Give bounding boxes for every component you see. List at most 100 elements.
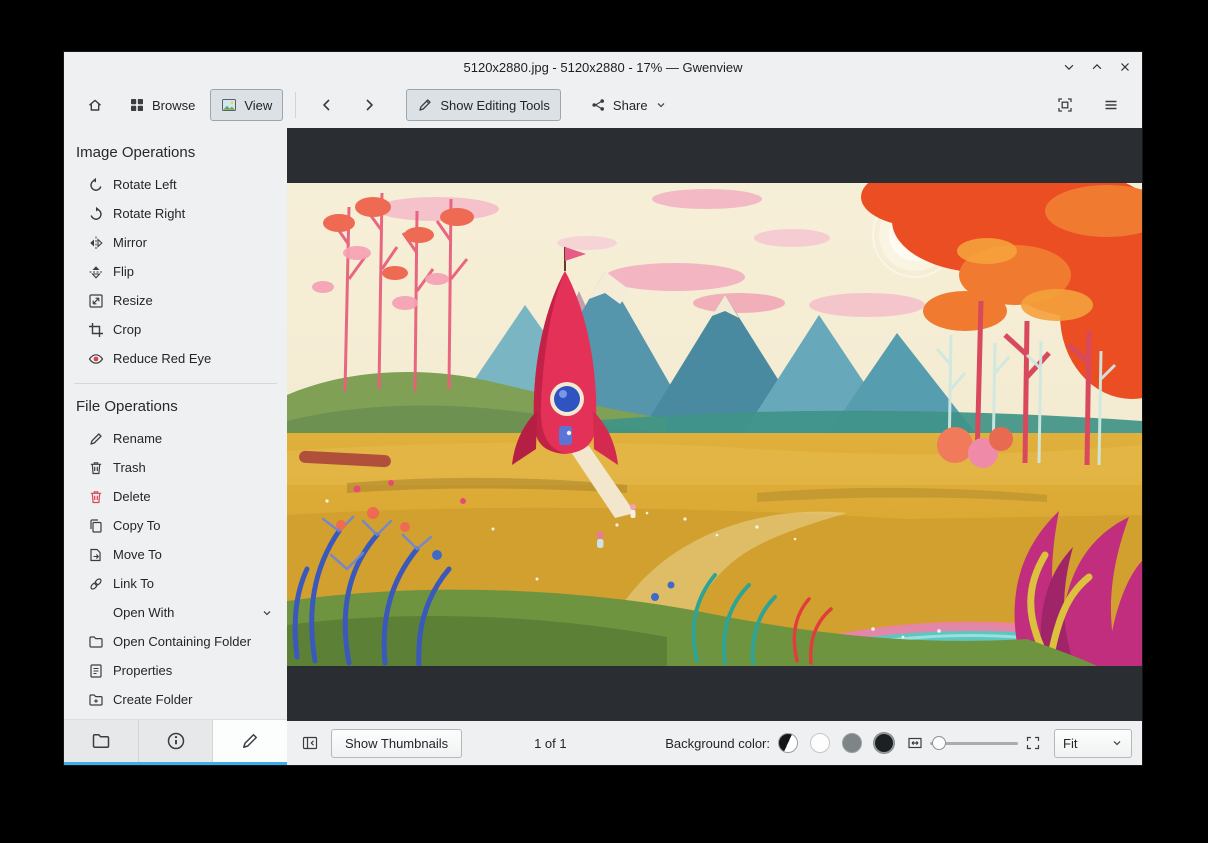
chevron-down-icon	[263, 610, 271, 615]
image-canvas[interactable]	[287, 183, 1142, 666]
show-thumbnails-button[interactable]: Show Thumbnails	[331, 728, 463, 758]
desktop-background: 5120x2880.jpg - 5120x2880 - 17% — Gwenvi…	[0, 0, 1208, 843]
image-viewport[interactable]	[287, 128, 1142, 721]
window-title: 5120x2880.jpg - 5120x2880 - 17% — Gwenvi…	[463, 59, 743, 75]
sidebar-item-open-with[interactable]: Open With	[64, 598, 287, 627]
sidebar-separator	[74, 383, 277, 384]
image-operations-title: Image Operations	[76, 144, 196, 161]
sidebar-tab-bar	[64, 719, 288, 762]
content-area: Image Operations Rotate Left Rotate Righ…	[64, 128, 1142, 765]
back-arrow-icon	[323, 99, 330, 111]
sidebar-item-rotate-right[interactable]: Rotate Right	[64, 199, 287, 228]
background-neutral-swatch[interactable]	[842, 733, 862, 753]
share-icon	[592, 99, 604, 111]
statusbar: Show Thumbnails 1 of 1 Background color:	[287, 721, 1142, 765]
minimize-button[interactable]	[1060, 58, 1078, 76]
background-color-label: Background color:	[665, 735, 770, 751]
operations-sidebar: Image Operations Rotate Left Rotate Righ…	[64, 128, 288, 765]
browse-grid-icon	[131, 99, 143, 111]
zoom-mode-value: Fit	[1063, 735, 1078, 751]
gwenview-window: 5120x2880.jpg - 5120x2880 - 17% — Gwenvi…	[64, 52, 1142, 765]
background-dark-swatch[interactable]	[874, 733, 894, 753]
trash-icon	[90, 461, 102, 474]
sidebar-item-link-to[interactable]: Link To	[64, 569, 287, 598]
toolbar: Browse View Show Editing Tools Share	[64, 82, 1142, 128]
zoom-slider-knob[interactable]	[932, 736, 946, 750]
zoom-fit-icon	[908, 737, 922, 749]
home-button[interactable]	[76, 89, 114, 121]
forward-arrow-icon	[366, 99, 374, 111]
zoom-mode-dropdown[interactable]: Fit	[1054, 728, 1132, 758]
menu-button[interactable]	[1092, 89, 1130, 121]
zoom-fit-button[interactable]	[902, 730, 928, 756]
rename-icon	[90, 432, 102, 445]
toolbar-separator	[295, 92, 297, 118]
close-button[interactable]	[1116, 58, 1134, 76]
forward-button[interactable]	[350, 89, 388, 121]
view-button[interactable]: View	[210, 89, 284, 121]
sidebar-item-copy-to[interactable]: Copy To	[64, 511, 287, 540]
background-color-group: Background color:	[665, 733, 902, 753]
maximize-button[interactable]	[1088, 58, 1106, 76]
mirror-icon	[90, 236, 103, 249]
sidebar-item-reduce-red-eye[interactable]: Reduce Red Eye	[64, 344, 287, 373]
sidebar-item-flip[interactable]: Flip	[64, 257, 287, 286]
zoom-slider[interactable]	[930, 730, 1018, 756]
sidebar-toggle-button[interactable]	[297, 730, 323, 756]
browse-label: Browse	[152, 97, 196, 113]
copy-icon	[90, 518, 102, 533]
hamburger-menu-icon	[1105, 100, 1117, 110]
sidebar-panel: Image Operations Rotate Left Rotate Righ…	[64, 128, 287, 719]
browse-button[interactable]: Browse	[118, 89, 206, 121]
zoom-actual-size-button[interactable]	[1020, 730, 1046, 756]
red-eye-icon	[88, 353, 104, 364]
maximize-icon	[1092, 63, 1102, 70]
crop-icon	[89, 322, 103, 337]
resize-icon	[89, 293, 103, 308]
rotate-left-icon	[90, 177, 102, 191]
link-icon	[90, 577, 102, 590]
zoom-expand-icon	[1026, 736, 1040, 750]
sidebar-item-move-to[interactable]: Move To	[64, 540, 287, 569]
sidebar-tab-information[interactable]	[138, 720, 214, 762]
sidebar-item-open-containing-folder[interactable]: Open Containing Folder	[64, 627, 287, 656]
home-icon	[89, 99, 101, 111]
properties-icon	[90, 663, 102, 678]
fit-selection-icon	[1058, 98, 1072, 112]
folder-tab-icon	[92, 734, 110, 748]
share-button[interactable]: Share	[579, 89, 678, 121]
delete-icon	[90, 490, 102, 503]
background-auto-swatch[interactable]	[778, 733, 798, 753]
share-label: Share	[612, 97, 648, 113]
fit-window-button[interactable]	[1046, 89, 1084, 121]
view-image-icon	[222, 99, 237, 111]
titlebar[interactable]: 5120x2880.jpg - 5120x2880 - 17% — Gwenvi…	[64, 52, 1142, 82]
file-operations-title: File Operations	[76, 398, 178, 415]
sidebar-toggle-icon	[302, 736, 318, 750]
pencil-icon	[419, 99, 431, 111]
sidebar-tab-operations[interactable]	[213, 720, 288, 762]
sidebar-item-create-folder[interactable]: Create Folder	[64, 685, 287, 714]
sidebar-item-properties[interactable]: Properties	[64, 656, 287, 685]
create-folder-icon	[89, 693, 103, 706]
chevron-down-icon	[657, 103, 665, 108]
sidebar-item-rename[interactable]: Rename	[64, 424, 287, 453]
close-icon	[1121, 63, 1129, 71]
minimize-icon	[1064, 64, 1074, 71]
rotate-right-icon	[90, 206, 102, 220]
sidebar-item-resize[interactable]: Resize	[64, 286, 287, 315]
sidebar-item-trash[interactable]: Trash	[64, 453, 287, 482]
sidebar-tab-folders[interactable]	[64, 720, 139, 762]
image-viewer: Show Thumbnails 1 of 1 Background color:	[287, 128, 1142, 765]
back-button[interactable]	[308, 89, 346, 121]
sidebar-active-tab-indicator	[64, 762, 287, 765]
show-editing-tools-button[interactable]: Show Editing Tools	[406, 89, 561, 121]
sidebar-item-rotate-left[interactable]: Rotate Left	[64, 170, 287, 199]
sidebar-item-crop[interactable]: Crop	[64, 315, 287, 344]
background-light-swatch[interactable]	[810, 733, 830, 753]
sidebar-item-mirror[interactable]: Mirror	[64, 228, 287, 257]
sidebar-item-delete[interactable]: Delete	[64, 482, 287, 511]
background-swatches	[778, 733, 894, 753]
view-label: View	[244, 97, 273, 113]
pencil-tab-icon	[243, 734, 258, 748]
